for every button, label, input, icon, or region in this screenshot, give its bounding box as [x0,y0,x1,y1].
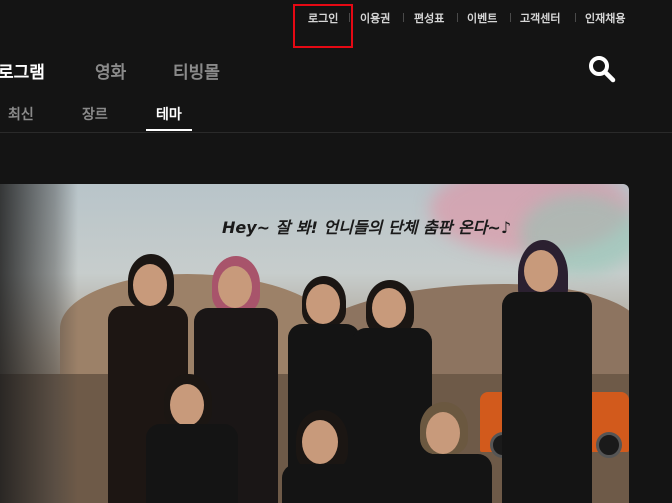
car-wheel [596,432,622,458]
event-link[interactable]: 이벤트 [467,10,497,26]
utility-nav: 로그인 이용권 편성표 이벤트 고객센터 인재채용 [0,0,672,48]
ticket-link[interactable]: 이용권 [360,10,390,26]
banner-caption: Hey~ 잘 봐! 언니들의 단체 춤판 온다~♪ [222,218,512,237]
util-separator [403,13,404,22]
login-highlight-box [293,4,353,48]
schedule-link[interactable]: 편성표 [414,10,444,26]
tab-theme[interactable]: 테마 [156,104,182,124]
tab-genre[interactable]: 장르 [82,104,108,124]
nav-tving-mall[interactable]: 티빙몰 [173,58,220,83]
tab-latest[interactable]: 최신 [8,104,34,124]
featured-banner[interactable]: Hey~ 잘 봐! 언니들의 단체 춤판 온다~♪ [0,184,629,503]
util-separator [457,13,458,22]
customer-center-link[interactable]: 고객센터 [520,10,560,26]
nav-program[interactable]: 로그램 [0,58,45,83]
util-separator [510,13,511,22]
util-separator [575,13,576,22]
recruit-link[interactable]: 인재채용 [585,10,625,26]
active-tab-indicator [146,129,192,131]
banner-prev-shadow [0,184,78,503]
nav-movie[interactable]: 영화 [95,58,126,83]
search-icon[interactable] [588,55,616,83]
util-separator [349,13,350,22]
nav-divider [0,132,672,133]
